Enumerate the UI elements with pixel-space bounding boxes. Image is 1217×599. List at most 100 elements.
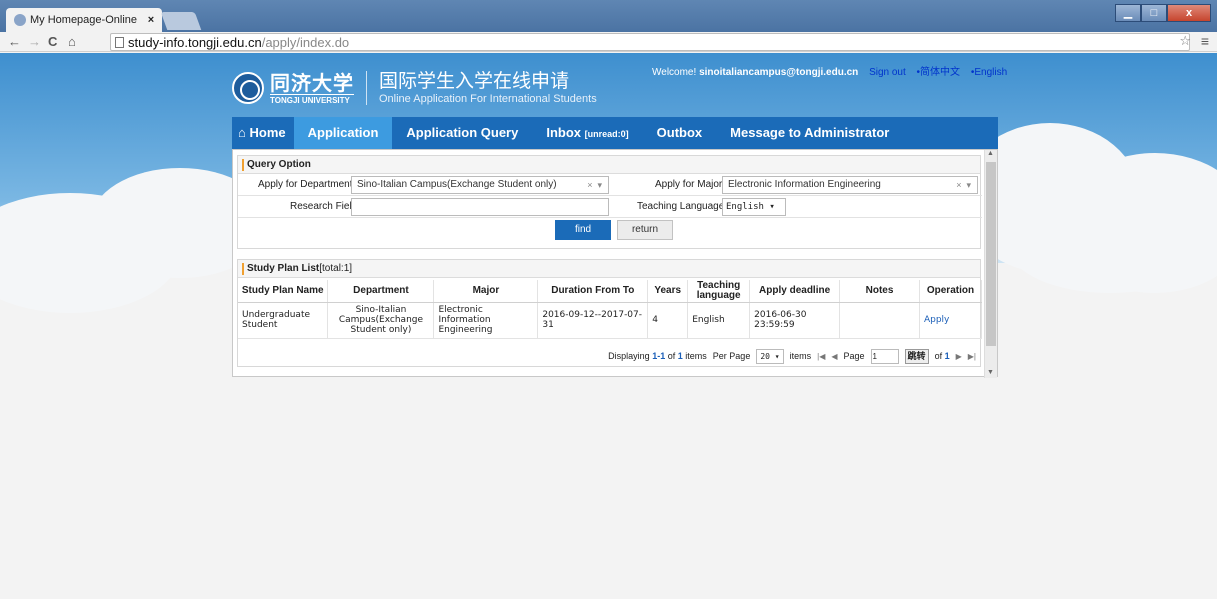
new-tab-button[interactable] <box>160 12 202 30</box>
menu-icon[interactable]: ≡ <box>1201 33 1209 49</box>
col-notes[interactable]: Notes <box>839 280 920 303</box>
cell-duration: 2016-09-12--2017-07-31 <box>537 302 649 339</box>
nav-application-query[interactable]: Application Query <box>392 117 532 149</box>
lang-cn-link[interactable]: •简体中文 <box>917 67 961 78</box>
research-label: Research Field <box>290 201 358 212</box>
page: 同济大学 TONGJI UNIVERSITY 国际学生入学在线申请 Online… <box>0 53 1217 599</box>
reload-icon[interactable]: C <box>48 34 57 49</box>
study-plan-panel: Study Plan List [total:1] Study Plan Name… <box>237 259 983 367</box>
clear-chevron-icon[interactable]: × ▾ <box>587 177 602 193</box>
dept-label: Apply for Department <box>258 179 353 190</box>
address-bar: ← → C ⌂ study-info.tongji.edu.cn/apply/i… <box>0 32 1217 52</box>
study-plan-title: Study Plan List <box>247 263 320 274</box>
nav-inbox[interactable]: Inbox [unread:0] <box>532 117 642 149</box>
cell-name: Undergraduate Student <box>238 302 329 339</box>
total-pages: 1 <box>944 351 950 361</box>
nav-message-admin[interactable]: Message to Administrator <box>716 117 903 149</box>
first-page-icon[interactable]: |◀ <box>817 352 825 361</box>
apply-link[interactable]: Apply <box>919 302 983 339</box>
close-window-button[interactable]: x <box>1167 4 1211 22</box>
nav-outbox[interactable]: Outbox <box>643 117 717 149</box>
home-nav-icon: ⌂ <box>238 125 246 140</box>
minimize-button[interactable]: ▁ <box>1115 4 1141 22</box>
tab-title: My Homepage-Online <box>30 14 137 26</box>
lang-en-link[interactable]: •English <box>971 67 1007 78</box>
col-apply-deadline[interactable]: Apply deadline <box>749 280 841 303</box>
col-duration[interactable]: Duration From To <box>537 280 649 303</box>
accent-bar <box>242 262 244 275</box>
home-icon[interactable]: ⌂ <box>68 34 76 49</box>
page-icon <box>115 36 124 48</box>
return-button[interactable]: return <box>617 220 673 240</box>
main-nav: ⌂ Home Application Application Query Inb… <box>232 117 998 149</box>
scroll-thumb[interactable] <box>986 162 996 346</box>
inbox-unread-count: [unread:0] <box>584 129 629 139</box>
favicon-icon <box>14 14 26 26</box>
department-select[interactable]: Sino-Italian Campus(Exchange Student onl… <box>351 176 609 194</box>
page-label: Page <box>843 351 865 361</box>
cell-department: Sino-Italian Campus(Exchange Student onl… <box>327 302 435 339</box>
next-page-icon[interactable]: ▶ <box>956 352 962 361</box>
per-page-select[interactable]: 20 ▾ <box>756 348 784 364</box>
seal-icon <box>232 72 264 104</box>
cell-deadline: 2016-06-30 23:59:59 <box>749 302 841 339</box>
per-page-label: Per Page <box>712 351 751 361</box>
system-title-cn: 国际学生入学在线申请 <box>379 71 570 92</box>
back-icon[interactable]: ← <box>8 34 21 49</box>
department-value: Sino-Italian Campus(Exchange Student onl… <box>357 179 557 190</box>
sign-out-link[interactable]: Sign out <box>869 67 906 78</box>
col-operation[interactable]: Operation <box>919 280 983 303</box>
browser-titlebar: My Homepage-Online × ▁ □ x <box>0 0 1217 32</box>
url-path: /apply/index.do <box>261 34 350 50</box>
major-select[interactable]: Electronic Information Engineering × ▾ <box>722 176 978 194</box>
content-frame: Query Option Apply for Department Sino-I… <box>232 149 998 378</box>
browser-tab[interactable]: My Homepage-Online × <box>6 8 162 32</box>
cloud <box>1010 203 1210 293</box>
major-label: Apply for Major <box>655 179 723 190</box>
nav-application[interactable]: Application <box>293 117 393 149</box>
teaching-language-label: Teaching Language <box>637 201 725 212</box>
content-scrollbar[interactable]: ▲ ▼ <box>984 150 997 378</box>
welcome-text: Welcome! <box>652 67 697 78</box>
find-button[interactable]: find <box>555 220 611 240</box>
col-study-plan-name[interactable]: Study Plan Name <box>238 280 329 303</box>
last-page-icon[interactable]: ▶| <box>968 352 976 361</box>
header-divider <box>366 71 367 105</box>
col-major[interactable]: Major <box>433 280 539 303</box>
query-actions: find return <box>238 218 982 242</box>
cell-major: Electronic Information Engineering <box>433 302 539 339</box>
close-tab-icon[interactable]: × <box>144 14 158 26</box>
prev-page-icon[interactable]: ◀ <box>831 352 837 361</box>
window-controls: ▁ □ x <box>1115 4 1211 22</box>
logo-cn: 同济大学 <box>270 70 354 95</box>
teaching-language-value: English <box>726 202 764 212</box>
items-label: items <box>789 351 812 361</box>
pager-items: items <box>685 351 707 361</box>
scroll-up-icon[interactable]: ▲ <box>987 150 994 157</box>
major-value: Electronic Information Engineering <box>728 179 881 190</box>
nav-home[interactable]: ⌂ Home <box>232 117 294 149</box>
pager-count: 1 <box>677 351 683 361</box>
query-title: Query Option <box>247 159 311 170</box>
study-plan-table: Study Plan Name Department Major Duratio… <box>238 280 983 339</box>
clear-chevron-icon[interactable]: × ▾ <box>956 177 971 193</box>
url-input[interactable]: study-info.tongji.edu.cn/apply/index.do <box>110 33 1190 51</box>
page-input[interactable]: 1 <box>870 348 899 364</box>
scroll-down-icon[interactable]: ▼ <box>987 369 994 376</box>
research-field-input[interactable] <box>351 198 609 216</box>
of-pages-label: of 1 <box>935 351 950 361</box>
col-years[interactable]: Years <box>647 280 689 303</box>
query-row: Apply for Department Sino-Italian Campus… <box>238 174 982 196</box>
query-panel-header: Query Option <box>238 156 980 174</box>
col-department[interactable]: Department <box>327 280 435 303</box>
bookmark-star-icon[interactable]: ☆ <box>1179 33 1191 49</box>
pager-summary: Displaying 1-1 of 1 items <box>608 351 707 361</box>
forward-icon[interactable]: → <box>28 34 41 49</box>
maximize-button[interactable]: □ <box>1141 4 1167 22</box>
university-logo[interactable]: 同济大学 TONGJI UNIVERSITY 国际学生入学在线申请 Online… <box>232 71 597 105</box>
col-teaching-language[interactable]: Teaching language <box>687 280 751 303</box>
go-button[interactable]: 跳转 <box>904 348 929 364</box>
cell-years: 4 <box>647 302 689 339</box>
teaching-language-select[interactable]: English ▾ <box>722 198 786 216</box>
logo-en: TONGJI UNIVERSITY <box>270 93 354 105</box>
